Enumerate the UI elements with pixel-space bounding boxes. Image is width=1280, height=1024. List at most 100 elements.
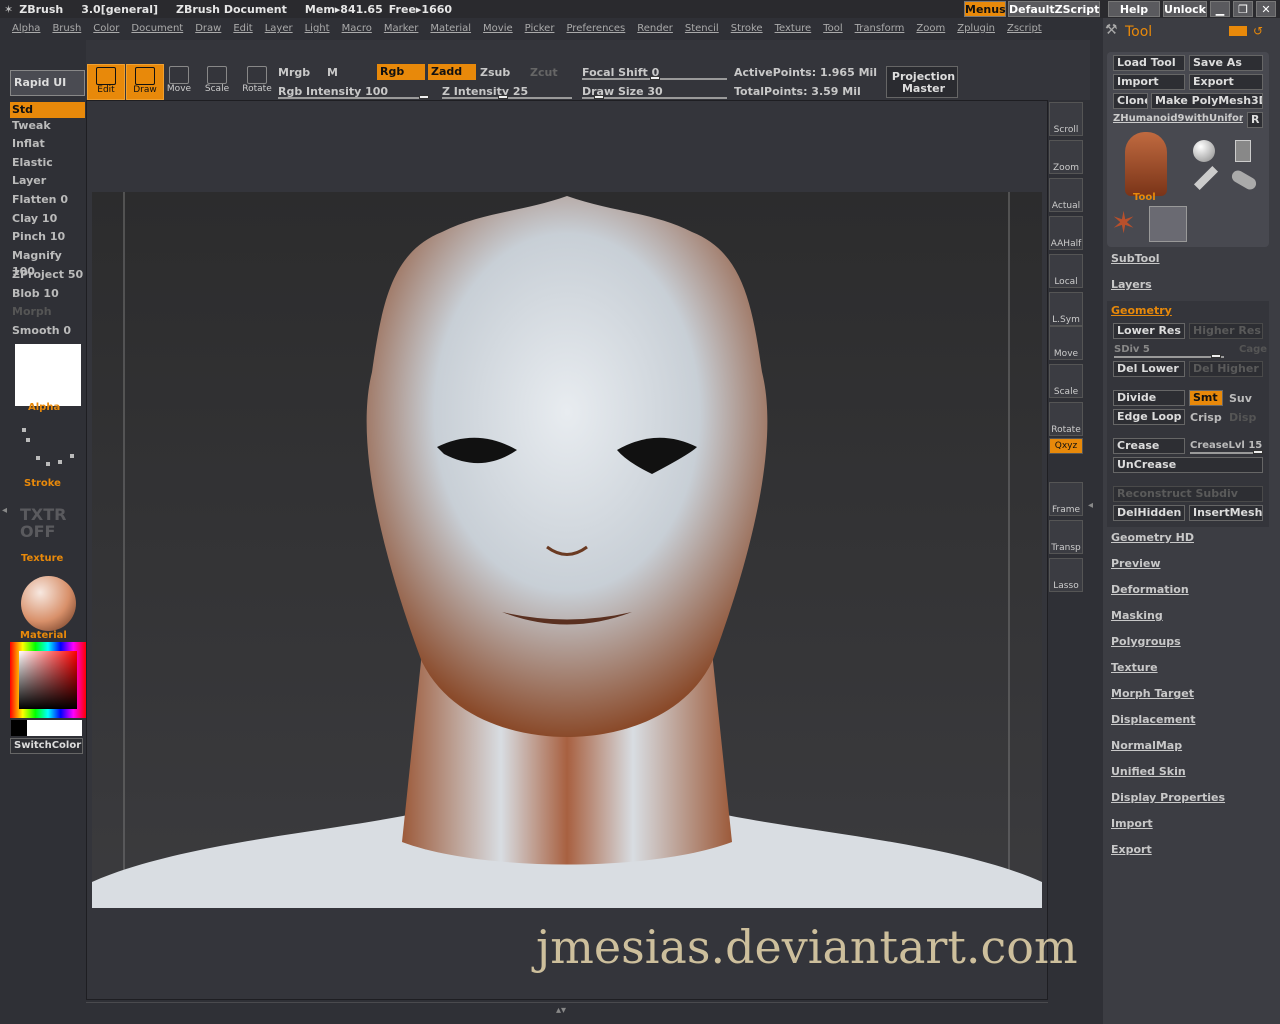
- menu-alpha[interactable]: Alpha: [12, 20, 40, 38]
- save-as-button[interactable]: Save As: [1189, 55, 1263, 71]
- section-import[interactable]: Import: [1111, 817, 1153, 830]
- projection-master-button[interactable]: Projection Master: [886, 66, 958, 98]
- insert-mesh-button[interactable]: InsertMesh: [1189, 505, 1263, 521]
- secondary-color-swatch[interactable]: [11, 720, 27, 736]
- zsub-button[interactable]: Zsub: [480, 66, 510, 79]
- texture-off-swatch[interactable]: TXTR OFF: [20, 506, 76, 540]
- expand-bottom-icon[interactable]: ▴▾: [556, 1005, 576, 1016]
- section-deformation[interactable]: Deformation: [1111, 583, 1189, 596]
- menu-draw[interactable]: Draw: [195, 20, 221, 38]
- make-polymesh-button[interactable]: Make PolyMesh3D: [1151, 93, 1263, 109]
- humanoid-tool-small-icon[interactable]: [1149, 206, 1187, 242]
- divide-button[interactable]: Divide: [1113, 390, 1185, 406]
- del-hidden-button[interactable]: DelHidden: [1113, 505, 1185, 521]
- zadd-button[interactable]: Zadd: [428, 64, 476, 80]
- brush-morph[interactable]: Morph: [10, 304, 85, 320]
- brush-tweak[interactable]: Tweak: [10, 118, 85, 134]
- move-button[interactable]: Move: [160, 64, 198, 100]
- unlock-button[interactable]: Unlock: [1163, 1, 1207, 17]
- rgb-intensity-knob[interactable]: [419, 95, 429, 99]
- scale-button[interactable]: Scale: [1049, 364, 1083, 398]
- material-label[interactable]: Material: [20, 630, 67, 641]
- zoom-button[interactable]: Zoom: [1049, 140, 1083, 174]
- section-export[interactable]: Export: [1111, 843, 1152, 856]
- section-masking[interactable]: Masking: [1111, 609, 1163, 622]
- section-normalmap[interactable]: NormalMap: [1111, 739, 1182, 752]
- menu-zplugin[interactable]: Zplugin: [957, 20, 995, 38]
- zcut-button[interactable]: Zcut: [530, 66, 558, 79]
- transp-button[interactable]: Transp: [1049, 520, 1083, 554]
- brush-elastic[interactable]: Elastic: [10, 155, 85, 171]
- menu-layer[interactable]: Layer: [265, 20, 293, 38]
- canvas[interactable]: [92, 192, 1042, 908]
- menu-stencil[interactable]: Stencil: [685, 20, 719, 38]
- local-button[interactable]: Local: [1049, 254, 1083, 288]
- brush-smooth[interactable]: Smooth 0: [10, 323, 85, 339]
- layers-section[interactable]: Layers: [1111, 278, 1152, 291]
- edge-loop-button[interactable]: Edge Loop: [1113, 409, 1185, 425]
- menu-color[interactable]: Color: [93, 20, 119, 38]
- sdiv-slider[interactable]: SDiv 5: [1114, 344, 1150, 355]
- brush-magnify[interactable]: Magnify 100: [10, 248, 85, 278]
- collapse-left-icon[interactable]: ◂: [2, 505, 10, 545]
- switch-color-button[interactable]: SwitchColor: [10, 738, 83, 754]
- mrgb-button[interactable]: Mrgb: [278, 66, 310, 79]
- close-icon[interactable]: ✕: [1256, 1, 1276, 17]
- crease-level-knob[interactable]: [1253, 450, 1263, 454]
- m-button[interactable]: M: [327, 66, 338, 79]
- rapid-ui-button[interactable]: Rapid UI: [10, 70, 85, 96]
- alpha-label[interactable]: Alpha: [28, 402, 60, 413]
- r-button[interactable]: R: [1247, 112, 1263, 128]
- brush-clay[interactable]: Clay 10: [10, 211, 85, 227]
- section-unified-skin[interactable]: Unified Skin: [1111, 765, 1186, 778]
- stroke-label[interactable]: Stroke: [24, 478, 61, 489]
- help-button[interactable]: Help: [1108, 1, 1160, 17]
- rotate-button[interactable]: Rotate: [1049, 402, 1083, 436]
- brush-layer[interactable]: Layer: [10, 173, 85, 189]
- sphere-tool-icon[interactable]: [1193, 140, 1215, 162]
- menu-marker[interactable]: Marker: [384, 20, 419, 38]
- menu-material[interactable]: Material: [430, 20, 471, 38]
- menu-movie[interactable]: Movie: [483, 20, 513, 38]
- menu-brush[interactable]: Brush: [52, 20, 81, 38]
- tool-name-label[interactable]: ZHumanoid9withUnifor: [1113, 113, 1243, 124]
- subtool-section[interactable]: SubTool: [1111, 252, 1160, 265]
- smt-toggle[interactable]: Smt: [1189, 390, 1223, 406]
- reconstruct-subdiv-button[interactable]: Reconstruct Subdiv: [1113, 486, 1263, 502]
- frame-button[interactable]: Frame: [1049, 482, 1083, 516]
- color-picker-hue-ring[interactable]: [10, 642, 86, 718]
- geometry-section[interactable]: Geometry: [1111, 304, 1172, 317]
- scroll-button[interactable]: Scroll: [1049, 102, 1083, 136]
- rgb-button[interactable]: Rgb: [377, 64, 425, 80]
- brush-std[interactable]: Std: [10, 102, 85, 118]
- crease-level-track[interactable]: [1190, 452, 1262, 454]
- menus-button[interactable]: Menus: [964, 1, 1006, 17]
- actual-button[interactable]: Actual: [1049, 178, 1083, 212]
- uncrease-button[interactable]: UnCrease: [1113, 457, 1263, 473]
- section-display-properties[interactable]: Display Properties: [1111, 791, 1225, 804]
- menu-zscript[interactable]: Zscript: [1007, 20, 1042, 38]
- z-intensity-knob[interactable]: [498, 95, 508, 99]
- section-morph-target[interactable]: Morph Target: [1111, 687, 1194, 700]
- panel-dock-icon[interactable]: [1229, 26, 1247, 36]
- main-color-swatch[interactable]: [27, 720, 82, 736]
- move-button[interactable]: Move: [1049, 326, 1083, 360]
- menu-macro[interactable]: Macro: [342, 20, 372, 38]
- crease-level-slider[interactable]: CreaseLvl 15: [1190, 440, 1262, 451]
- crease-button[interactable]: Crease: [1113, 438, 1185, 454]
- stroke-dots-icon[interactable]: [22, 428, 76, 468]
- menu-render[interactable]: Render: [637, 20, 673, 38]
- menu-transform[interactable]: Transform: [855, 20, 905, 38]
- sdiv-track[interactable]: [1114, 356, 1224, 358]
- brush-inflat[interactable]: Inflat: [10, 136, 85, 152]
- cage-button[interactable]: Cage: [1239, 344, 1267, 355]
- draw-button[interactable]: Draw: [126, 64, 164, 100]
- menu-preferences[interactable]: Preferences: [566, 20, 625, 38]
- clone-button[interactable]: Clone: [1113, 93, 1148, 109]
- star-tool-icon[interactable]: ✶: [1111, 206, 1136, 241]
- texture-label[interactable]: Texture: [21, 553, 63, 564]
- lasso-button[interactable]: Lasso: [1049, 558, 1083, 592]
- higher-res-button[interactable]: Higher Res: [1189, 323, 1263, 339]
- load-tool-button[interactable]: Load Tool: [1113, 55, 1185, 71]
- section-texture[interactable]: Texture: [1111, 661, 1158, 674]
